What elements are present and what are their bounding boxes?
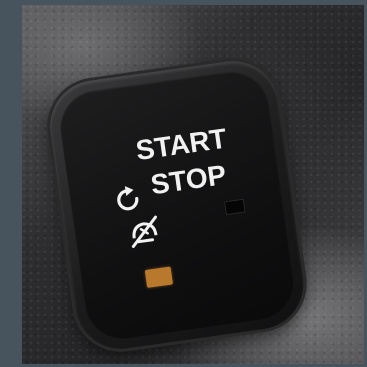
frame-border-top [0,0,367,5]
restart-arrow-icon [117,186,139,211]
auto-stop-off-icon [131,215,158,248]
start-label: START [133,122,229,167]
button-face: START STOP [55,66,299,344]
off-indicator-light [223,198,246,216]
start-stop-button: START STOP [44,55,310,355]
stop-label: STOP [148,159,229,201]
photo: START STOP [0,0,367,367]
frame-border-left [0,0,22,367]
amber-indicator-light [144,266,174,288]
